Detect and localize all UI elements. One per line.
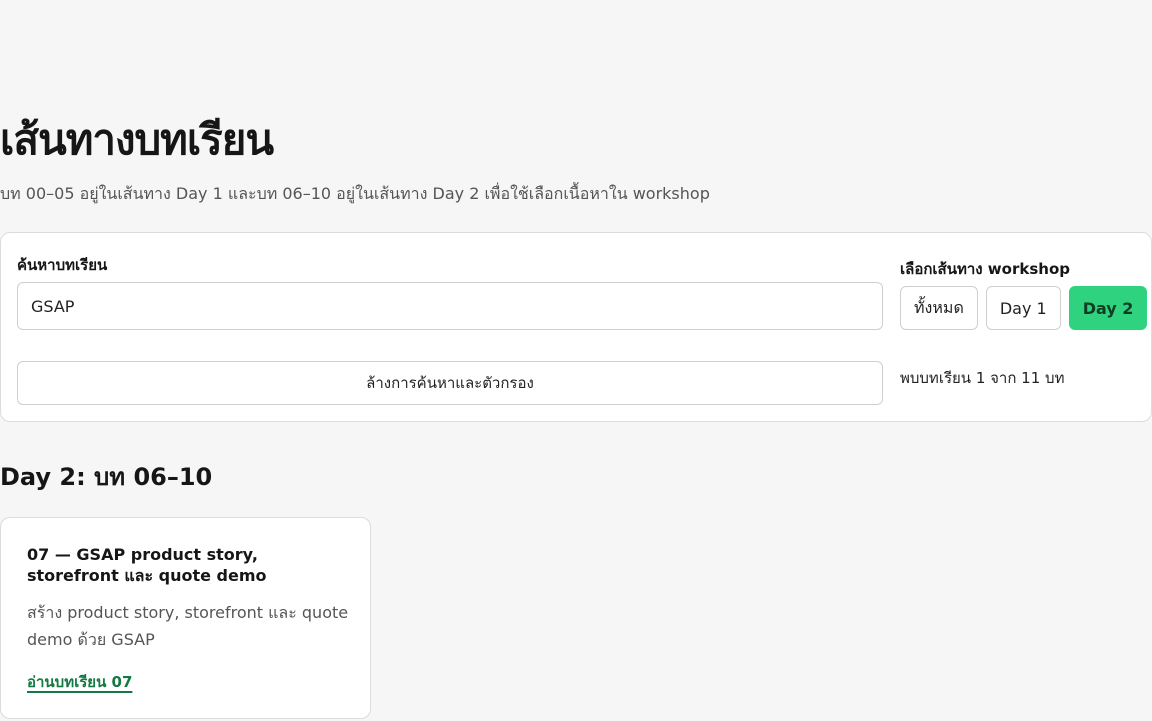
- lesson-card: 07 — GSAP product story, storefront และ …: [0, 517, 371, 719]
- lesson-title: 07 — GSAP product story, storefront และ …: [27, 545, 267, 585]
- route-tab-day2[interactable]: Day 2: [1068, 286, 1148, 330]
- filter-panel: ค้นหาบทเรียน ล้างการค้นหาและตัวกรอง เลือ…: [0, 232, 1152, 422]
- search-input[interactable]: [17, 282, 883, 330]
- page-title: เส้นทางบทเรียน: [0, 115, 274, 164]
- read-lesson-link[interactable]: อ่านบทเรียน 07: [27, 670, 132, 694]
- search-label: ค้นหาบทเรียน: [17, 256, 108, 274]
- route-tabs: ทั้งหมด Day 1 Day 2: [900, 286, 1148, 330]
- lesson-description: สร้าง product story, storefront และ quot…: [27, 603, 349, 649]
- section-heading: Day 2: บท 06–10: [0, 463, 213, 491]
- result-count: พบบทเรียน 1 จาก 11 บท: [900, 369, 1065, 387]
- page-subtitle: บท 00–05 อยู่ในเส้นทาง Day 1 และบท 06–10…: [0, 184, 710, 203]
- clear-filters-button[interactable]: ล้างการค้นหาและตัวกรอง: [17, 361, 883, 405]
- route-label: เลือกเส้นทาง workshop: [900, 260, 1070, 278]
- route-tab-day1[interactable]: Day 1: [985, 286, 1061, 330]
- route-tab-all[interactable]: ทั้งหมด: [900, 286, 978, 330]
